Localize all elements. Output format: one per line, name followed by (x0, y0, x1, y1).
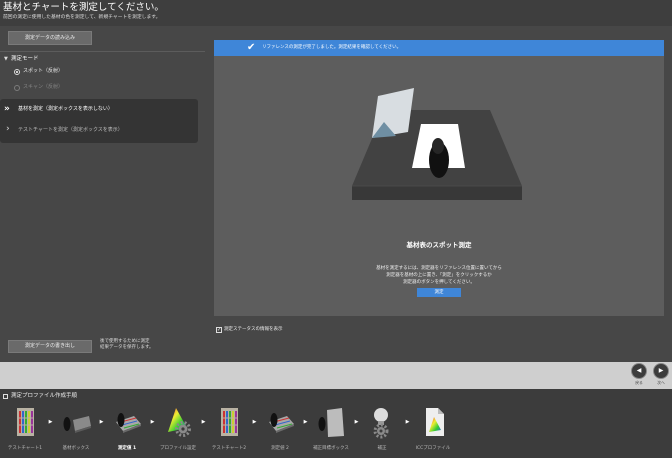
instruction-title: 基材表のスポット測定 (406, 241, 472, 249)
test-chart-icon (221, 408, 238, 436)
arrow-left-icon: ◀ (636, 367, 642, 374)
radio-spot-reflective[interactable] (14, 69, 20, 75)
step-arrow-icon: ▶ (99, 419, 104, 425)
measure-icon (269, 413, 294, 433)
back-button[interactable]: ◀ (631, 363, 647, 379)
double-chevron-right-icon: » (4, 104, 10, 114)
workflow-step-5[interactable]: テストチャート2 (212, 404, 246, 454)
status-info-checkbox[interactable]: ✓ (216, 327, 222, 333)
task-measure-substrate[interactable]: 基材を測定（測定ボックスを表示しない） (18, 106, 113, 113)
workflow-step-label: テストチャート2 (211, 446, 247, 451)
workflow-step-3[interactable]: 測定値 1 (110, 404, 144, 454)
workflow-step-6[interactable]: 測定値 2 (263, 404, 297, 454)
workflow-icon (3, 394, 8, 399)
workflow-step-label: テストチャート1 (7, 446, 43, 451)
substrate-measurement-illustration (352, 88, 522, 200)
workflow-step-2[interactable]: 基材ボックス (59, 404, 93, 454)
task-measure-test-chart[interactable]: テストチャートを測定（測定ボックスを表示） (18, 127, 123, 134)
back-label: 戻る (635, 380, 643, 385)
step-arrow-icon: ▶ (48, 419, 53, 425)
step-arrow-icon: ▶ (405, 419, 410, 425)
test-chart-icon (17, 408, 34, 436)
sidebar-divider (0, 51, 205, 52)
status-banner-text: リファレンスの測定が完了しました。測定結果を確認してください。 (262, 45, 402, 50)
load-data-button[interactable]: 測定データの読み込み (8, 31, 92, 45)
workflow-title: 測定プロファイル作成手順 (11, 393, 78, 399)
step-arrow-icon: ▶ (354, 419, 359, 425)
export-note-line-2: 結果データを保存します。 (100, 345, 154, 350)
measurement-mode-heading: 測定モード (11, 56, 39, 62)
navigation-bar (0, 362, 672, 389)
workflow-step-label: ICCプロファイル (415, 446, 451, 451)
step-arrow-icon: ▶ (252, 419, 257, 425)
chevron-right-icon: › (6, 124, 10, 134)
instruction-line-2: 測定器を基材の上に置き、「測定」をクリックするか (386, 273, 492, 278)
workflow-step-label: 測定値 2 (271, 446, 289, 451)
export-data-button[interactable]: 測定データの書き出し (8, 340, 92, 353)
instruction-line-1: 基材を測定するには、測定器をリファレンス位置に置いてから (376, 266, 502, 271)
workflow-step-label: 補正目標ボックス (313, 446, 349, 451)
workflow-steps: テストチャート1 ▶ 基材ボックス ▶ 測定値 1 ▶ プロファイル設定 ▶ テストチャート2 ▶… (8, 404, 450, 454)
check-icon: ✔ (247, 42, 256, 53)
next-button[interactable]: ▶ (653, 363, 669, 379)
workflow-step-4[interactable]: プロファイル設定 (160, 404, 196, 454)
workflow-step-9[interactable]: ICCプロファイル (416, 404, 450, 454)
target-box-icon (318, 408, 344, 437)
substrate-box-icon (63, 416, 91, 433)
workflow-step-label: プロファイル設定 (160, 446, 196, 451)
table-front (352, 186, 522, 200)
collapse-triangle-icon[interactable]: ▼ (4, 56, 8, 63)
status-info-checkbox-label[interactable]: 測定ステータスの情報を表示 (224, 326, 283, 333)
workflow-step-1[interactable]: テストチャート1 (8, 404, 42, 454)
page-subtitle: 前回の測定に使用した基材の色を測定して、新規チャートを測定します。 (3, 15, 161, 20)
page-title: 基材とチャートを測定してください。 (3, 2, 164, 13)
icc-profile-icon (426, 408, 444, 436)
instruction-line-3: 測定器のボタンを押してください。 (403, 280, 475, 285)
profile-settings-icon (168, 408, 191, 437)
radio-spot-reflective-label[interactable]: スポット（反射） (23, 68, 63, 75)
correction-icon (373, 408, 389, 439)
measure-button[interactable]: 測定 (417, 288, 461, 297)
workflow-step-label: 測定値 1 (117, 446, 137, 451)
workflow-step-label: 基材ボックス (62, 446, 90, 451)
workflow-step-8[interactable]: 補正 (365, 404, 399, 454)
workflow-step-7[interactable]: 補正目標ボックス (313, 404, 349, 454)
next-label: 次へ (657, 380, 665, 385)
step-arrow-icon: ▶ (150, 419, 155, 425)
measure-icon (116, 413, 141, 433)
step-arrow-icon: ▶ (303, 419, 308, 425)
step-arrow-icon: ▶ (201, 419, 206, 425)
radio-scan-reflective-label: スキャン（反射） (23, 84, 64, 90)
radio-scan-reflective (14, 85, 20, 91)
workflow-step-label: 補正 (377, 446, 387, 451)
arrow-right-icon: ▶ (658, 367, 664, 374)
